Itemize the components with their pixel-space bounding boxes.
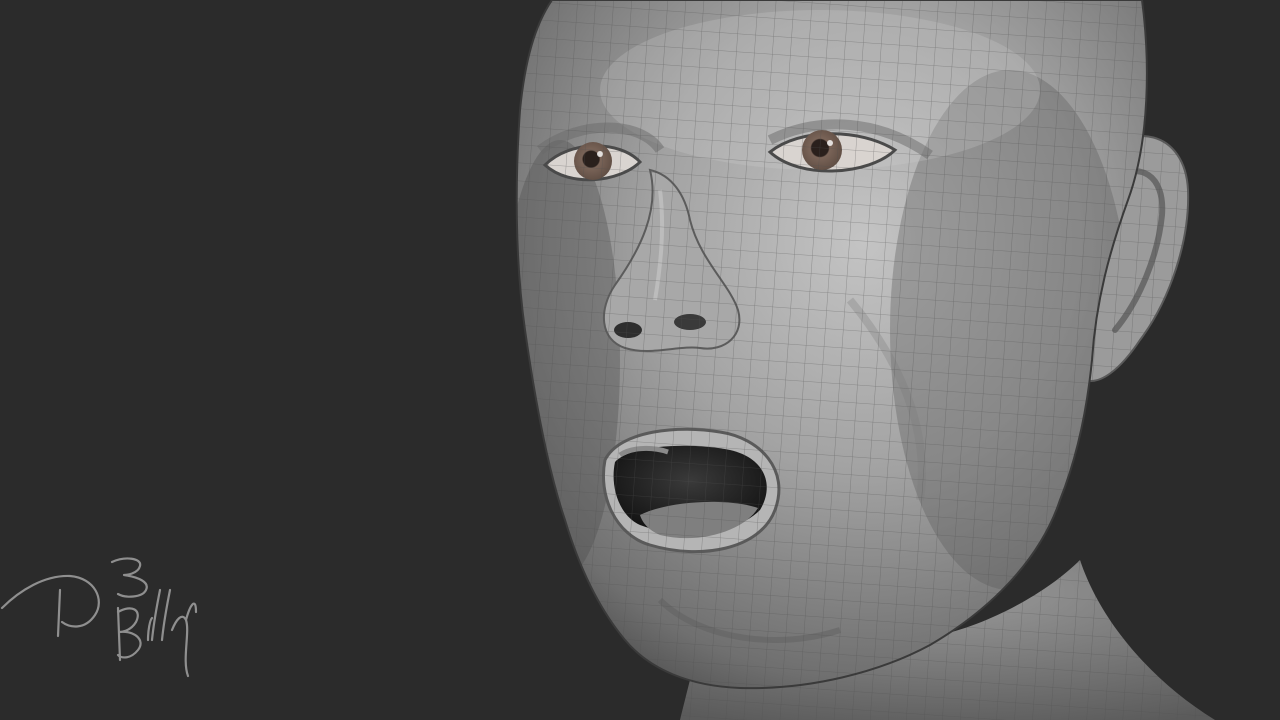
render-viewport [0,0,1280,720]
head-render [0,0,1215,720]
artist-signature [0,557,198,678]
